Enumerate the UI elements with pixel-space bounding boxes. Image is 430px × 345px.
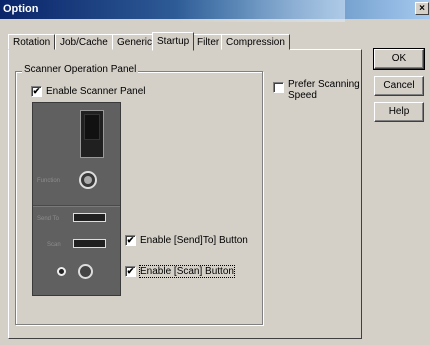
jog-dial-icon xyxy=(78,264,93,279)
window-title: Option xyxy=(3,3,39,15)
cancel-button[interactable]: Cancel xyxy=(374,76,424,96)
group-title: Scanner Operation Panel xyxy=(22,64,139,75)
tab-compression[interactable]: Compression xyxy=(221,34,290,50)
prefer-scanning-speed-line2: Speed xyxy=(288,90,317,101)
tab-rotation[interactable]: Rotation xyxy=(8,34,56,50)
sendto-button-icon xyxy=(73,213,106,222)
function-button-icon xyxy=(79,171,97,189)
scan-label: Scan xyxy=(47,242,61,248)
power-rocker xyxy=(84,114,100,140)
enable-sendto-row[interactable]: ✔ Enable [Send]To] Button xyxy=(125,235,248,246)
power-switch-icon xyxy=(80,110,104,158)
tab-generic[interactable]: Generic xyxy=(112,34,158,50)
enable-sendto-label: Enable [Send]To] Button xyxy=(140,235,248,246)
ok-button[interactable]: OK xyxy=(373,48,425,70)
prefer-scanning-speed-row[interactable]: Prefer Scanning Speed xyxy=(273,79,360,101)
scanner-panel-illustration: Function Send To Scan xyxy=(32,102,121,296)
prefer-scanning-speed-line1: Prefer Scanning xyxy=(288,79,360,90)
close-icon[interactable]: × xyxy=(415,2,429,15)
prefer-scanning-speed-label: Prefer Scanning Speed xyxy=(288,79,360,101)
scan-button-icon xyxy=(73,239,106,248)
enable-scanner-panel-row[interactable]: ✔ Enable Scanner Panel xyxy=(31,86,146,97)
enable-scanner-panel-label: Enable Scanner Panel xyxy=(46,86,146,97)
prefer-scanning-speed-checkbox[interactable] xyxy=(273,82,284,93)
sendto-label: Send To xyxy=(37,216,59,222)
enable-scan-label: Enable [Scan] Button xyxy=(139,265,235,278)
enable-sendto-checkbox[interactable]: ✔ xyxy=(125,235,136,246)
title-bar: Option × xyxy=(0,0,430,19)
tab-job-cache[interactable]: Job/Cache xyxy=(55,34,113,50)
scanner-divider xyxy=(33,205,120,207)
enable-scan-row[interactable]: ✔ Enable [Scan] Button xyxy=(125,265,235,278)
tab-filter[interactable]: Filter xyxy=(192,34,225,50)
enable-scan-checkbox[interactable]: ✔ xyxy=(125,266,136,277)
help-button[interactable]: Help xyxy=(374,102,424,122)
indicator-led-icon xyxy=(57,267,66,276)
tab-startup[interactable]: Startup xyxy=(152,32,195,51)
function-label: Function xyxy=(37,178,61,184)
enable-scanner-panel-checkbox[interactable]: ✔ xyxy=(31,86,42,97)
